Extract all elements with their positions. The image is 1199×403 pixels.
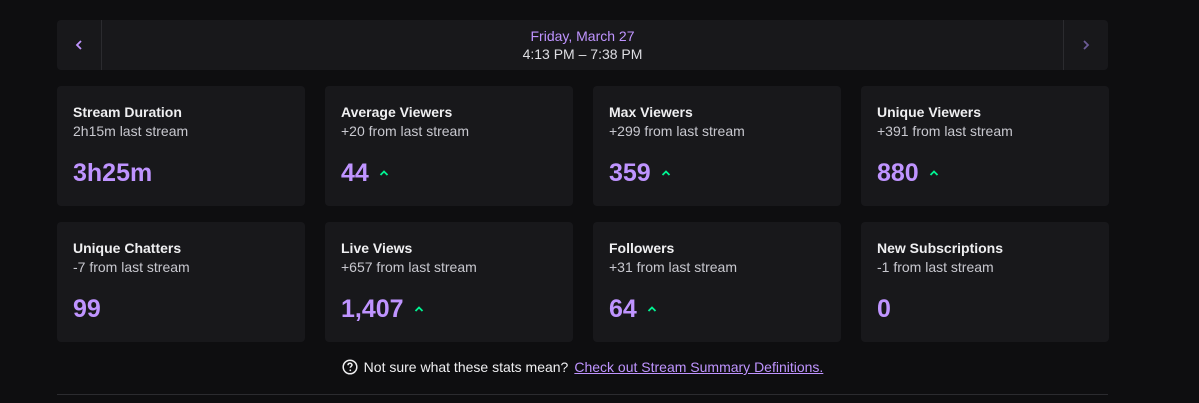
next-stream-button[interactable]	[1063, 20, 1108, 70]
stat-title: Average Viewers	[341, 104, 453, 120]
stat-comparison: +20 from last stream	[341, 123, 469, 139]
stream-summary: Friday, March 27 4:13 PM – 7:38 PM Strea…	[57, 20, 1109, 395]
stat-card-stream-duration: Stream Duration 2h15m last stream 3h25m	[57, 86, 305, 206]
chevron-right-icon	[1083, 40, 1090, 50]
stat-comparison: +657 from last stream	[341, 259, 477, 275]
stat-card-unique-viewers: Unique Viewers +391 from last stream 880	[861, 86, 1109, 206]
stats-grid: Stream Duration 2h15m last stream 3h25m …	[57, 86, 1109, 342]
stat-card-max-viewers: Max Viewers +299 from last stream 359	[593, 86, 841, 206]
help-question-text: Not sure what these stats mean?	[363, 359, 569, 375]
chevron-left-icon	[75, 40, 82, 50]
stat-value: 359	[609, 159, 651, 187]
stat-title: New Subscriptions	[877, 240, 1004, 256]
stat-value: 99	[73, 295, 101, 323]
stream-summary-definitions-link[interactable]: Check out Stream Summary Definitions.	[574, 359, 823, 375]
stat-title: Live Views	[341, 240, 413, 256]
trend-up-icon	[414, 306, 423, 312]
trend-up-icon	[379, 170, 388, 176]
date-navigator: Friday, March 27 4:13 PM – 7:38 PM	[57, 20, 1108, 70]
stat-card-unique-chatters: Unique Chatters -7 from last stream 99	[57, 222, 305, 342]
stat-comparison: -7 from last stream	[73, 259, 190, 275]
stat-value: 1,407	[341, 295, 404, 323]
stream-date-range: Friday, March 27 4:13 PM – 7:38 PM	[102, 20, 1063, 70]
stat-title: Unique Chatters	[73, 240, 182, 256]
stat-title: Stream Duration	[73, 104, 182, 120]
trend-up-icon	[661, 170, 670, 176]
stat-value: 0	[877, 295, 891, 323]
stat-title: Max Viewers	[609, 104, 693, 120]
section-divider	[57, 394, 1108, 395]
question-circle-icon	[342, 359, 358, 375]
stream-date: Friday, March 27	[530, 28, 635, 44]
stat-value: 880	[877, 159, 919, 187]
stat-card-new-subscriptions: New Subscriptions -1 from last stream 0	[861, 222, 1109, 342]
stat-comparison: +299 from last stream	[609, 123, 745, 139]
stat-comparison: -1 from last stream	[877, 259, 994, 275]
stream-time-range: 4:13 PM – 7:38 PM	[522, 46, 643, 62]
trend-up-icon	[929, 170, 938, 176]
stat-value: 44	[341, 159, 369, 187]
stat-card-followers: Followers +31 from last stream 64	[593, 222, 841, 342]
stat-comparison: +391 from last stream	[877, 123, 1013, 139]
stat-comparison: +31 from last stream	[609, 259, 737, 275]
trend-up-icon	[647, 306, 656, 312]
previous-stream-button[interactable]	[57, 20, 102, 70]
stats-help-note: Not sure what these stats mean? Check ou…	[57, 359, 1108, 375]
stat-value: 3h25m	[73, 159, 153, 187]
stat-comparison: 2h15m last stream	[73, 123, 189, 139]
stat-card-live-views: Live Views +657 from last stream 1,407	[325, 222, 573, 342]
stat-card-average-viewers: Average Viewers +20 from last stream 44	[325, 86, 573, 206]
stat-title: Followers	[609, 240, 675, 256]
stat-value: 64	[609, 295, 637, 323]
stat-title: Unique Viewers	[877, 104, 982, 120]
